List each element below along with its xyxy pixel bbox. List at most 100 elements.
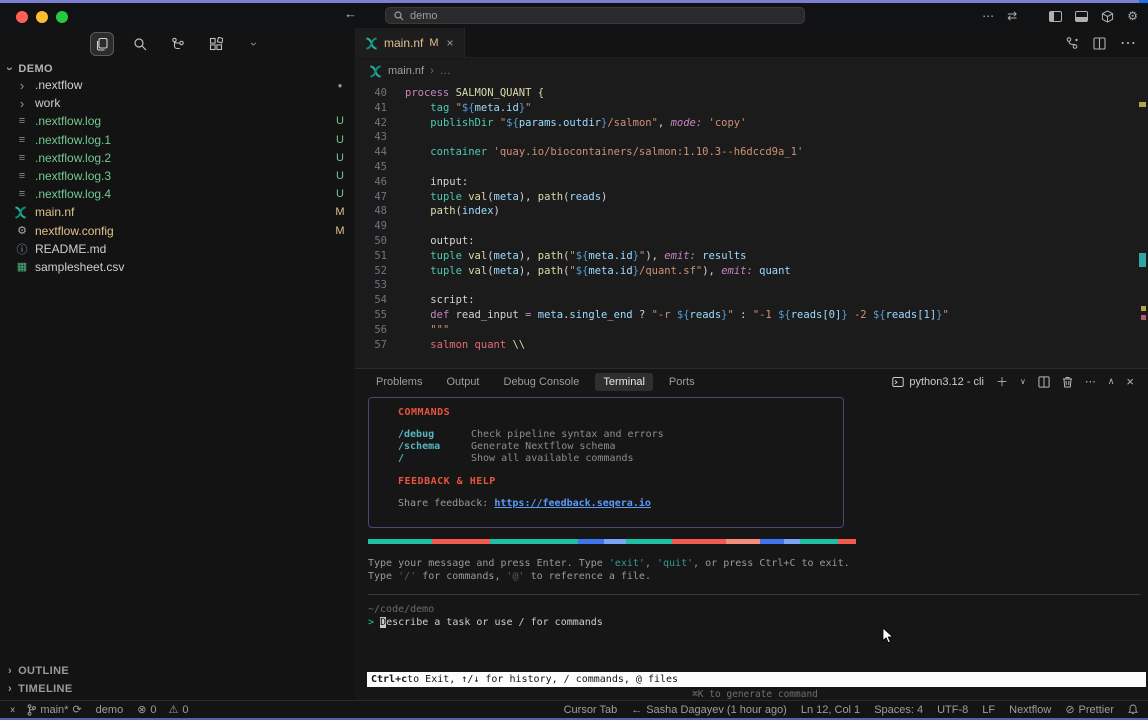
timeline-section[interactable]: ›TIMELINE	[0, 680, 355, 698]
chevron-right-icon: ›	[8, 683, 12, 695]
code-editor[interactable]: 40process SALMON_QUANT {41 tag "${meta.i…	[355, 86, 1134, 352]
file-item--nextflow[interactable]: ›.nextflow●	[0, 76, 355, 94]
git-branch-item[interactable]: main* ⟳	[27, 703, 81, 716]
file-item--nextflow-log-4[interactable]: ≡.nextflow.log.4U	[0, 185, 355, 203]
tab-main-nf[interactable]: main.nf M ×	[355, 28, 465, 58]
panel-tab-terminal[interactable]: Terminal	[595, 373, 653, 391]
encoding-item[interactable]: UTF-8	[937, 704, 968, 716]
command-center-search[interactable]: demo	[385, 7, 805, 24]
code-line-43: 43	[355, 130, 1134, 145]
kill-terminal-trash-icon[interactable]	[1062, 376, 1073, 388]
panel-tab-ports[interactable]: Ports	[661, 373, 703, 391]
text-segment: val	[468, 191, 487, 203]
text-segment: ),	[645, 250, 664, 262]
git-status-badge: ●	[325, 81, 355, 90]
split-editor-icon[interactable]	[1093, 37, 1106, 50]
line-number: 53	[355, 278, 387, 293]
git-status-badge: U	[325, 152, 355, 164]
language-mode-item[interactable]: Nextflow	[1009, 704, 1051, 716]
command-description: Show all available commands	[471, 453, 634, 464]
breadcrumb[interactable]: main.nf › …	[355, 59, 1148, 83]
close-panel-icon[interactable]: ×	[1126, 374, 1134, 389]
line-number: 44	[355, 145, 387, 160]
explorer-section-header[interactable]: › DEMO	[8, 62, 53, 76]
line-number: 51	[355, 249, 387, 264]
text-segment: container	[430, 146, 487, 158]
terminal-dropdown-icon[interactable]: ∨	[1020, 377, 1026, 386]
more-actions-icon[interactable]: ⋯	[982, 9, 994, 23]
project-name[interactable]: demo	[96, 704, 124, 716]
file-label: samplesheet.csv	[35, 260, 325, 274]
file-item--nextflow-log[interactable]: ≡.nextflow.logU	[0, 112, 355, 130]
close-window-button[interactable]	[16, 11, 28, 23]
settings-gear-icon[interactable]: ⚙	[1127, 9, 1138, 23]
file-item--nextflow-log-3[interactable]: ≡.nextflow.log.3U	[0, 167, 355, 185]
blame-arrow-icon: ←	[631, 704, 642, 716]
customize-layout-icon[interactable]	[1101, 10, 1114, 23]
command-name: /schema	[398, 441, 471, 453]
feedback-link[interactable]: https://feedback.seqera.io	[494, 498, 651, 509]
file-item-README-md[interactable]: ⓘREADME.md	[0, 240, 355, 258]
toggle-sidebar-icon[interactable]	[1049, 11, 1062, 22]
text-segment: '@'	[506, 571, 524, 582]
line-number: 57	[355, 338, 387, 353]
text-segment: :	[734, 309, 753, 321]
file-item--nextflow-log-2[interactable]: ≡.nextflow.log.2U	[0, 149, 355, 167]
search-sidebar-icon[interactable]	[128, 32, 152, 56]
text-segment: process	[405, 87, 449, 99]
formatter-item[interactable]: ⊘ Prettier	[1065, 703, 1114, 716]
cursor-position-item[interactable]: Ln 12, Col 1	[801, 704, 860, 716]
rainbow-segment	[672, 539, 726, 544]
split-terminal-icon[interactable]	[1038, 376, 1050, 388]
maximize-panel-icon[interactable]: ∧	[1108, 376, 1115, 387]
code-line-49: 49	[355, 219, 1134, 234]
rainbow-segment	[432, 539, 490, 544]
text-segment: reads	[690, 309, 722, 321]
zoom-window-button[interactable]	[56, 11, 68, 23]
remote-indicator[interactable]: ›‹	[10, 704, 13, 716]
rainbow-segment	[604, 539, 626, 544]
git-blame-item[interactable]: ← Sasha Dagayev (1 hour ago)	[631, 704, 787, 716]
sync-arrows-icon[interactable]: ⇄	[1007, 9, 1017, 23]
code-line-55: 55 def read_input = meta.single_end ? "-…	[355, 308, 1134, 323]
close-tab-icon[interactable]: ×	[447, 36, 454, 50]
folder-icon: ›	[14, 78, 30, 93]
toggle-panel-icon[interactable]	[1075, 11, 1088, 22]
more-actions-icon[interactable]: ⋯	[1120, 33, 1136, 53]
panel-tab-output[interactable]: Output	[438, 373, 487, 391]
panel-tab-problems[interactable]: Problems	[368, 373, 430, 391]
file-item-nextflow-config[interactable]: ⚙nextflow.configM	[0, 222, 355, 240]
cli-prompt[interactable]: > Describe a task or use / for commands	[368, 617, 603, 628]
text-segment: tuple	[430, 250, 462, 262]
source-control-icon[interactable]	[166, 32, 190, 56]
extensions-icon[interactable]	[204, 32, 228, 56]
text-segment: quant	[759, 265, 791, 277]
new-terminal-icon[interactable]: ＋	[996, 373, 1008, 390]
text-segment: val	[468, 265, 487, 277]
line-number: 56	[355, 323, 387, 338]
minimize-window-button[interactable]	[36, 11, 48, 23]
file-item-main-nf[interactable]: main.nfM	[0, 203, 355, 221]
eol-item[interactable]: LF	[982, 704, 995, 716]
code-line-53: 53	[355, 278, 1134, 293]
cli-input-bar[interactable]: Ctrl+c to Exit, ↑/↓ for history, / comma…	[367, 672, 1146, 687]
text-segment	[405, 265, 430, 277]
terminal-instance[interactable]: python3.12 - cli	[892, 376, 984, 388]
cursor-tab-item[interactable]: Cursor Tab	[564, 704, 618, 716]
back-button[interactable]: ←	[344, 6, 357, 21]
file-item-samplesheet-csv[interactable]: ▦samplesheet.csv	[0, 258, 355, 276]
source-control-graph-icon[interactable]	[1065, 36, 1079, 50]
more-views-chevron-icon[interactable]: ›	[242, 32, 266, 56]
notifications-bell-icon[interactable]	[1128, 704, 1138, 715]
text-segment: publishDir	[430, 117, 493, 129]
errors-item[interactable]: ⊗ 0 ⚠ 0	[137, 703, 188, 716]
indentation-item[interactable]: Spaces: 4	[874, 704, 923, 716]
file-item--nextflow-log-1[interactable]: ≡.nextflow.log.1U	[0, 131, 355, 149]
overview-ruler-marker	[1139, 102, 1146, 107]
warning-icon: ⚠	[169, 703, 179, 716]
panel-more-icon[interactable]: ⋯	[1085, 375, 1096, 388]
panel-tab-debug-console[interactable]: Debug Console	[496, 373, 588, 391]
outline-section[interactable]: ›OUTLINE	[0, 662, 355, 680]
explorer-icon[interactable]	[90, 32, 114, 56]
file-item-work[interactable]: ›work	[0, 94, 355, 112]
